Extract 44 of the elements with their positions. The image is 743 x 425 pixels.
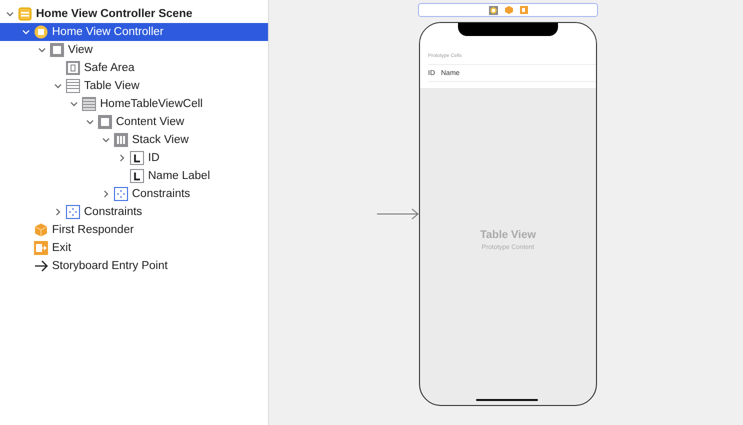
exit-icon — [34, 241, 48, 255]
chevron-down-icon[interactable] — [102, 136, 110, 144]
scene-icon — [18, 7, 32, 21]
chevron-right-icon[interactable] — [102, 190, 110, 198]
outline-item[interactable]: Safe Area — [0, 59, 268, 77]
outline-item[interactable]: Storyboard Entry Point — [0, 257, 268, 275]
chevron-right-icon[interactable] — [118, 154, 126, 162]
view-icon — [98, 115, 112, 129]
cell-icon — [82, 97, 96, 111]
outline-item[interactable]: Exit — [0, 239, 268, 257]
chevron-right-icon[interactable] — [54, 208, 62, 216]
outline-item[interactable]: Stack View — [0, 131, 268, 149]
outline-item[interactable]: First Responder — [0, 221, 268, 239]
chevron-down-icon[interactable] — [70, 100, 78, 108]
label-icon — [130, 169, 144, 183]
entry-arrow — [377, 208, 419, 220]
table-icon — [66, 79, 80, 93]
outline-item[interactable]: Name Label — [0, 167, 268, 185]
label-icon — [130, 151, 144, 165]
constraints-icon — [114, 187, 128, 201]
outline-item[interactable]: ID — [0, 149, 268, 167]
constraints-icon — [66, 205, 80, 219]
outline-item[interactable]: Constraints — [0, 185, 268, 203]
cube-icon — [34, 223, 48, 237]
safe-area-icon — [66, 61, 80, 75]
home-indicator — [476, 399, 538, 401]
stack-icon — [114, 133, 128, 147]
outline-item[interactable]: Content View — [0, 113, 268, 131]
chevron-down-icon[interactable] — [86, 118, 94, 126]
chevron-down-icon[interactable] — [38, 46, 46, 54]
table-view-title: Table View — [480, 228, 536, 240]
outline-item[interactable]: Constraints — [0, 203, 268, 221]
arrow-icon — [34, 259, 48, 273]
chevron-down-icon[interactable] — [54, 82, 62, 90]
chevron-down-icon[interactable] — [22, 28, 30, 36]
outline-item[interactable]: View — [0, 41, 268, 59]
outline-item[interactable]: HomeTableViewCell — [0, 95, 268, 113]
outline-item[interactable]: Home View Controller Scene — [0, 5, 268, 23]
controller-icon — [34, 25, 48, 39]
chevron-down-icon[interactable] — [6, 10, 14, 18]
view-icon — [50, 43, 64, 57]
outline-item[interactable]: Table View — [0, 77, 268, 95]
controller-icon[interactable] — [488, 6, 498, 14]
outline-item[interactable]: Home View Controller — [0, 23, 268, 41]
